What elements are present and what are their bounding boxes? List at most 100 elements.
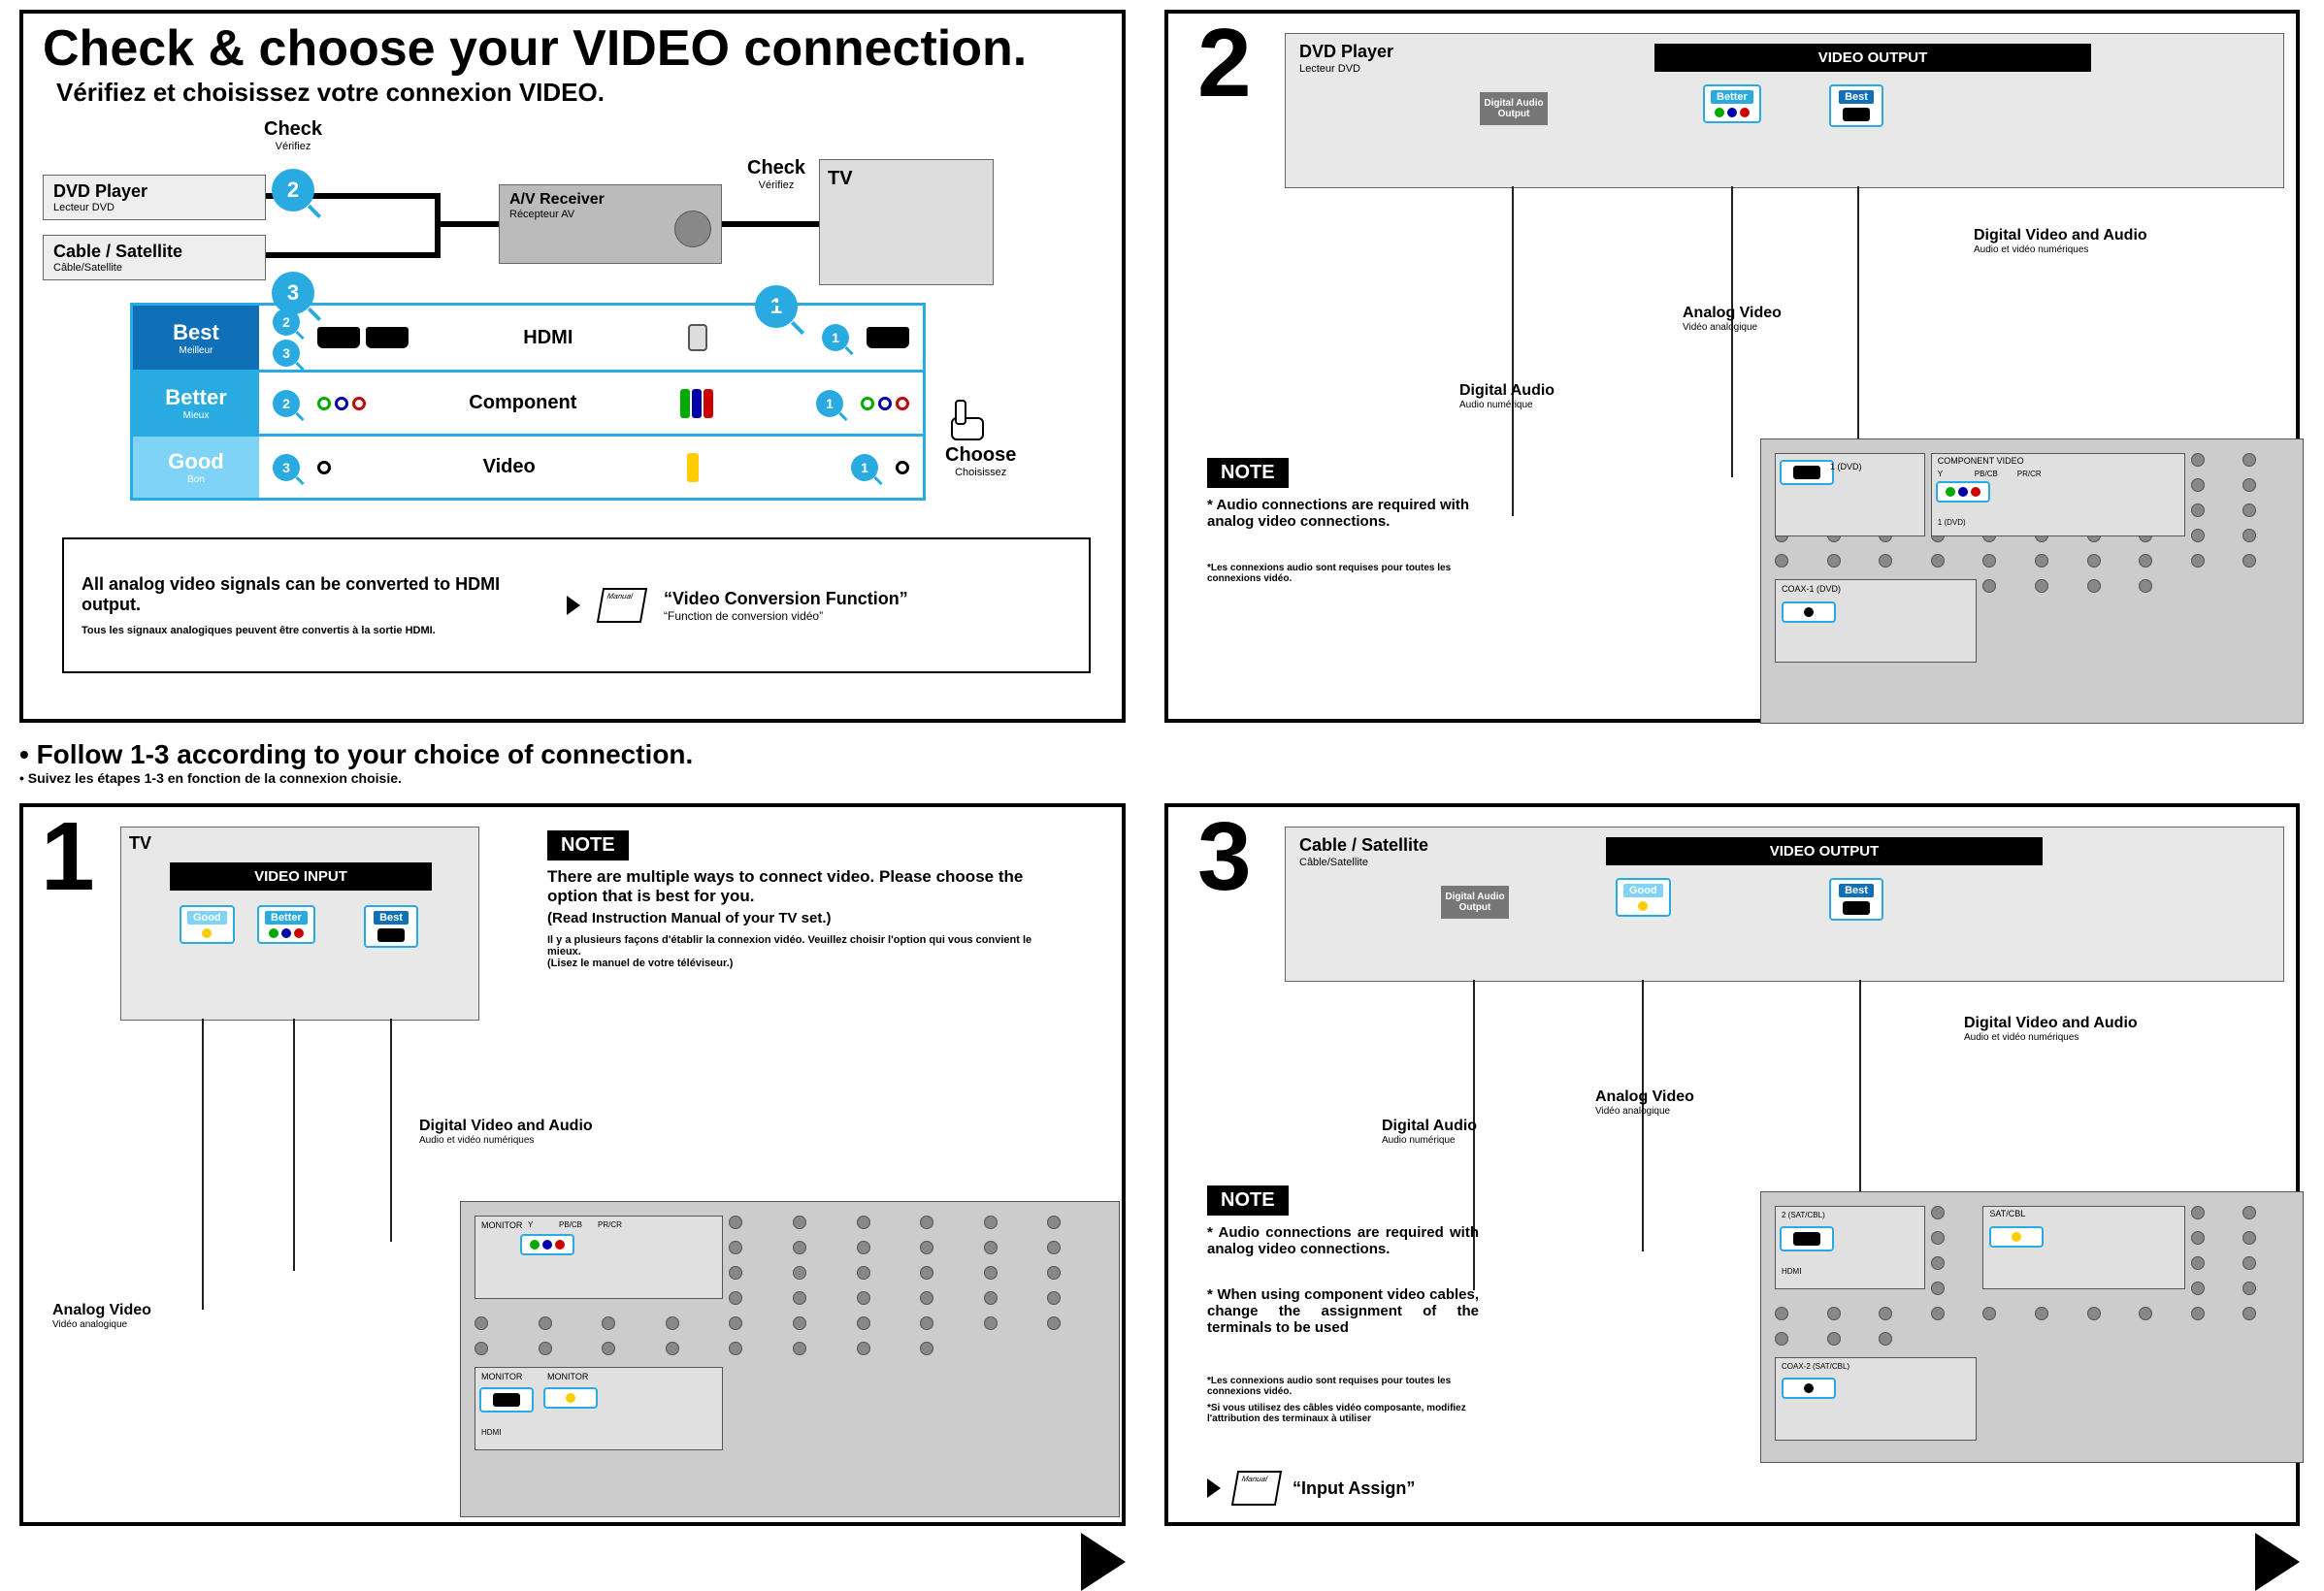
- component-label: Component: [469, 392, 576, 414]
- magnifier-icon: 3: [273, 454, 300, 481]
- triangle-icon: [567, 596, 580, 615]
- coax-cluster: COAX-1 (DVD): [1775, 579, 1977, 663]
- sat-cluster: SAT/CBL: [1982, 1206, 2184, 1289]
- tag-good: GoodBon: [133, 437, 259, 498]
- hdmi-cluster: 1 (DVD): [1775, 453, 1925, 536]
- box-dvd-fr: Lecteur DVD: [53, 202, 255, 213]
- conv-en: All analog video signals can be converte…: [82, 574, 547, 615]
- title-fr: Vérifiez et choisissez votre connexion V…: [56, 78, 605, 108]
- dao-port: Digital Audio Output: [1480, 92, 1548, 125]
- cable-device: Cable / Satellite Câble/Satellite VIDEO …: [1285, 827, 2284, 982]
- video-output-bar: VIDEO OUTPUT: [1654, 44, 2091, 72]
- hdmi-icon: [366, 327, 409, 348]
- wire: [266, 252, 441, 258]
- dvd-device: DVD Player Lecteur DVD VIDEO OUTPUT Digi…: [1285, 33, 2284, 188]
- d-en: Cable / Satellite: [1299, 835, 1428, 856]
- wire: [293, 1019, 295, 1271]
- video-output-bar: VIDEO OUTPUT: [1606, 837, 2043, 865]
- note-tag: NOTE: [547, 830, 629, 860]
- quality-table: BestMeilleur 2 3 HDMI 1 BetterMieux: [130, 303, 926, 501]
- box-dvd-en: DVD Player: [53, 181, 147, 201]
- best-port: Best: [1829, 878, 1883, 921]
- lbl-digital-a: Digital AudioAudio numérique: [1459, 382, 1555, 410]
- tv-label: TV: [129, 833, 151, 854]
- follow-caption: • Follow 1-3 according to your choice of…: [19, 739, 693, 786]
- conv-fr: Tous les signaux analogiques peuvent êtr…: [82, 625, 547, 636]
- d-fr: Câble/Satellite: [1299, 857, 1368, 868]
- choose-fr: Choisissez: [945, 467, 1016, 478]
- lbl-digital-av: Digital Video and AudioAudio et vidéo nu…: [419, 1118, 593, 1146]
- box-cable: Cable / Satellite Câble/Satellite: [43, 235, 266, 280]
- wire: [722, 221, 819, 227]
- panel-step-1: 1 TV VIDEO INPUT Good Better Best NOTE T…: [19, 803, 1126, 1526]
- good-port: Good: [180, 905, 235, 944]
- receiver-back: 2 (SAT/CBL) HDMI SAT/CBL COAX-2 (SAT/CBL…: [1760, 1191, 2304, 1463]
- row-best: BestMeilleur 2 3 HDMI 1: [133, 306, 923, 370]
- choose-block: Choose Choisissez: [945, 400, 1016, 478]
- hdmi-cable-icon: [688, 324, 707, 351]
- note-tag: NOTE: [1207, 1185, 1289, 1216]
- rca-yellow-icon: [687, 453, 699, 482]
- note3-fr-b: *Si vous utilisez des câbles vidéo compo…: [1207, 1403, 1479, 1424]
- dao-port: Digital Audio Output: [1441, 886, 1509, 919]
- lbl-digital-a: Digital AudioAudio numérique: [1382, 1118, 1477, 1146]
- magnifier-2-icon: 2: [272, 169, 314, 211]
- choose-en: Choose: [945, 444, 1016, 467]
- input-assign-row: “Input Assign”: [1207, 1471, 1415, 1506]
- panel-step-3: 3 Cable / Satellite Câble/Satellite VIDE…: [1164, 803, 2300, 1526]
- magnifier-icon: 1: [851, 454, 878, 481]
- n1-fr-b: (Lisez le manuel de votre téléviseur.): [547, 958, 1052, 969]
- note3-en-a: * Audio connections are required with an…: [1207, 1224, 1479, 1257]
- magnifier-icon: 2: [273, 308, 300, 336]
- box-avr: A/V Receiver Récepteur AV: [499, 184, 722, 264]
- page-next-icon: [1081, 1533, 1126, 1591]
- best-port: Best: [1829, 84, 1883, 127]
- title-en: Check & choose your VIDEO connection.: [43, 19, 1027, 78]
- magnifier-icon: 1: [822, 324, 849, 351]
- better-port: Better: [1703, 84, 1761, 123]
- d-fr: Lecteur DVD: [1299, 63, 1360, 75]
- input-assign-text: “Input Assign”: [1293, 1478, 1415, 1499]
- n1-fr-a: Il y a plusieurs façons d'établir la con…: [547, 934, 1052, 958]
- lbl-analog-v: Analog VideoVidéo analogique: [52, 1302, 151, 1330]
- d-en: DVD Player: [1299, 42, 1393, 62]
- lbl-analog-v: Analog VideoVidéo analogique: [1595, 1088, 1694, 1117]
- receiver-back: MONITOR Y PB/CB PR/CR MONITOR MONITOR HD…: [460, 1201, 1120, 1517]
- panel-step-2: 2 DVD Player Lecteur DVD VIDEO OUTPUT Di…: [1164, 10, 2300, 723]
- better-port: Better: [257, 905, 315, 944]
- knob-icon: [674, 211, 711, 247]
- box-cable-en: Cable / Satellite: [53, 242, 182, 261]
- magnifier-icon: 3: [273, 340, 300, 367]
- good-port: Good: [1616, 878, 1671, 917]
- magnifier-icon: 2: [273, 390, 300, 417]
- check-label-1: CheckVérifiez: [747, 157, 805, 191]
- step-1-number: 1: [41, 801, 95, 913]
- note3-fr-a: *Les connexions audio sont requises pour…: [1207, 1376, 1479, 1397]
- box-tv: TV: [819, 159, 994, 285]
- hdmi-monitor-cluster: MONITOR MONITOR HDMI: [475, 1367, 723, 1450]
- row-better: BetterMieux 2 Component 1: [133, 370, 923, 434]
- box-avr-en: A/V Receiver: [509, 191, 605, 208]
- best-port: Best: [364, 905, 418, 948]
- video-input-bar: VIDEO INPUT: [170, 862, 432, 891]
- row-good: GoodBon 3 Video 1: [133, 434, 923, 498]
- triangle-icon: [1207, 1478, 1221, 1498]
- wire: [390, 1019, 392, 1242]
- panel-check-choose: Check & choose your VIDEO connection. Vé…: [19, 10, 1126, 723]
- wire: [441, 221, 499, 227]
- hdmi-icon: [317, 327, 360, 348]
- box-dvd: DVD Player Lecteur DVD: [43, 175, 266, 220]
- manual-icon: [1231, 1471, 1282, 1506]
- page-next-icon: [2255, 1533, 2300, 1591]
- lbl-digital-av: Digital Video and AudioAudio et vidéo nu…: [1974, 227, 2147, 255]
- step-3-number: 3: [1197, 801, 1252, 913]
- box-cable-fr: Câble/Satellite: [53, 262, 255, 274]
- note3-en-b: * When using component video cables, cha…: [1207, 1286, 1479, 1336]
- note-body-fr: *Les connexions audio sont requises pour…: [1207, 563, 1469, 584]
- wire: [1857, 186, 1859, 438]
- lbl-digital-av: Digital Video and AudioAudio et vidéo nu…: [1964, 1015, 2138, 1043]
- step-2-number: 2: [1197, 8, 1252, 119]
- receiver-back: 1 (DVD) COMPONENT VIDEO Y PB/CB PR/CR 1 …: [1760, 438, 2304, 724]
- monitor-cluster: MONITOR Y PB/CB PR/CR: [475, 1216, 723, 1299]
- component-cluster: COMPONENT VIDEO Y PB/CB PR/CR 1 (DVD): [1931, 453, 2185, 536]
